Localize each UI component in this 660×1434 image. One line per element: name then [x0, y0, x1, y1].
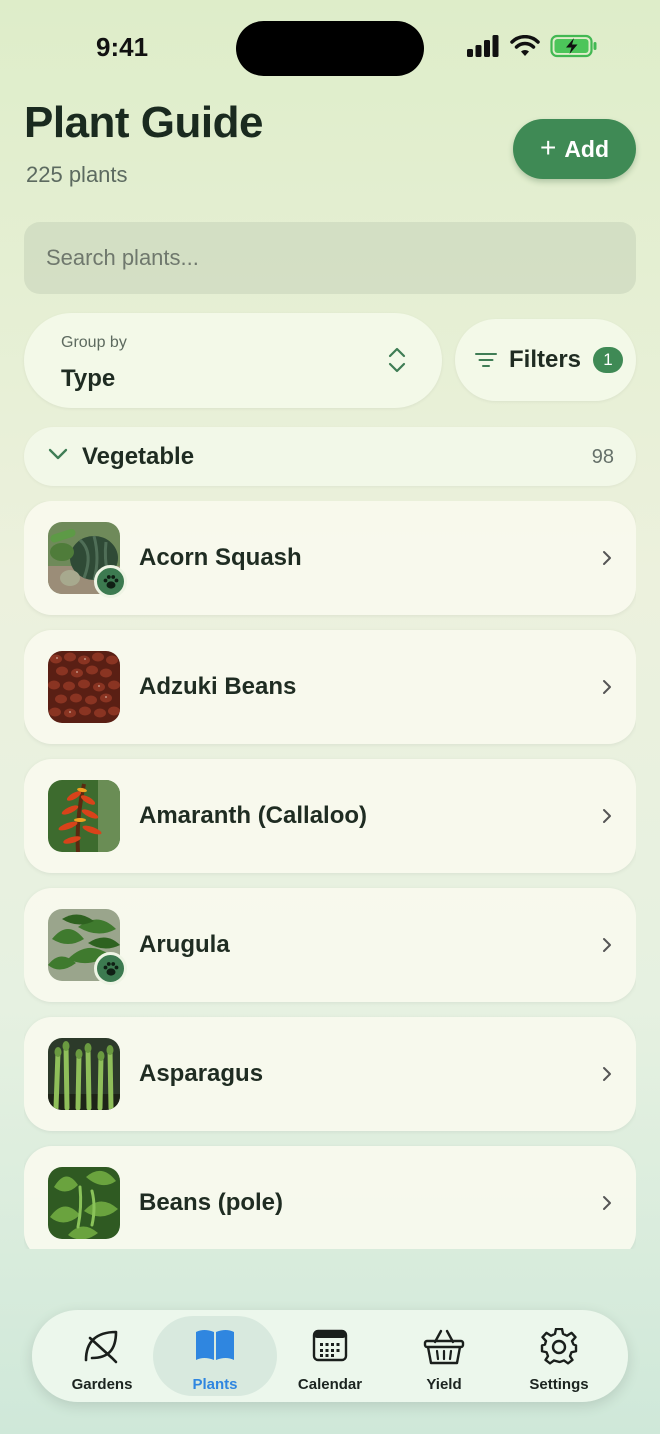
- section-count: 98: [591, 446, 614, 468]
- pet-paw-icon: [94, 565, 127, 598]
- plant-row[interactable]: Adzuki Beans: [24, 630, 636, 744]
- status-icons: [466, 34, 598, 58]
- plant-list: Acorn Squash Adzuki Beans Amaranth (Call…: [24, 501, 636, 1249]
- wifi-icon: [510, 35, 540, 56]
- plant-row[interactable]: Beans (pole): [24, 1146, 636, 1249]
- tab-yield[interactable]: Yield: [382, 1316, 506, 1396]
- tab-label: Calendar: [297, 1376, 363, 1393]
- chevron-right-icon: [603, 551, 611, 565]
- battery-charging-icon: [550, 34, 597, 58]
- tab-label: Gardens: [71, 1376, 133, 1393]
- plant-name: Acorn Squash: [139, 544, 302, 571]
- chevron-right-icon: [603, 809, 611, 823]
- tab-label: Plants: [192, 1376, 238, 1393]
- status-bar: 9:41: [0, 0, 660, 96]
- status-time: 9:41: [96, 32, 149, 62]
- plant-name: Asparagus: [139, 1060, 264, 1087]
- tab-calendar[interactable]: Calendar: [268, 1316, 392, 1396]
- calendar-icon: [312, 1329, 348, 1362]
- tab-label: Settings: [529, 1376, 589, 1393]
- leaf-icon: [84, 1330, 118, 1364]
- chevron-down-icon: [48, 448, 68, 460]
- filters-count-badge: 1: [593, 347, 624, 373]
- dynamic-island: [236, 21, 424, 76]
- search-input[interactable]: [24, 222, 636, 294]
- signal-icon: [467, 35, 499, 57]
- section-header-vegetable[interactable]: Vegetable 98: [24, 427, 636, 486]
- plant-row[interactable]: Asparagus: [24, 1017, 636, 1131]
- page-title: Plant Guide: [24, 98, 263, 147]
- tab-gardens[interactable]: Gardens: [40, 1316, 164, 1396]
- section-title: Vegetable: [82, 443, 195, 470]
- chevron-right-icon: [603, 1067, 611, 1081]
- plant-thumbnail: [48, 651, 120, 723]
- chevron-right-icon: [603, 938, 611, 952]
- pet-paw-icon: [94, 952, 127, 985]
- chevron-up-down-icon: [388, 347, 406, 373]
- book-icon: [196, 1330, 234, 1360]
- plant-thumbnail: [48, 780, 120, 852]
- gear-icon: [540, 1328, 578, 1365]
- plant-row[interactable]: Amaranth (Callaloo): [24, 759, 636, 873]
- tab-settings[interactable]: Settings: [497, 1316, 621, 1396]
- plus-icon: +: [539, 132, 557, 163]
- add-button[interactable]: + Add: [513, 119, 636, 179]
- plant-row[interactable]: Acorn Squash: [24, 501, 636, 615]
- filters-button[interactable]: Filters 1: [455, 319, 636, 401]
- plant-row[interactable]: Arugula: [24, 888, 636, 1002]
- plant-thumbnail: [48, 1167, 120, 1239]
- plant-name: Amaranth (Callaloo): [139, 802, 368, 829]
- tab-plants[interactable]: Plants: [153, 1316, 277, 1396]
- chevron-right-icon: [603, 680, 611, 694]
- search-box[interactable]: [24, 222, 636, 294]
- filter-lines-icon: [475, 353, 497, 367]
- group-by-value: Type: [61, 365, 116, 392]
- plant-count: 225 plants: [26, 162, 128, 187]
- plant-name: Beans (pole): [139, 1189, 284, 1216]
- chevron-right-icon: [603, 1196, 611, 1210]
- tab-label: Yield: [426, 1376, 462, 1393]
- tab-bar: Gardens Plants Calendar Yield Settings: [32, 1310, 628, 1402]
- group-by-label: Group by: [61, 334, 127, 351]
- add-button-label: Add: [564, 135, 610, 162]
- plant-name: Adzuki Beans: [139, 673, 297, 700]
- basket-icon: [423, 1329, 465, 1365]
- plant-thumbnail: [48, 1038, 120, 1110]
- filters-label: Filters: [509, 346, 582, 373]
- plant-name: Arugula: [139, 931, 230, 958]
- group-by-selector[interactable]: Group by Type: [24, 313, 442, 408]
